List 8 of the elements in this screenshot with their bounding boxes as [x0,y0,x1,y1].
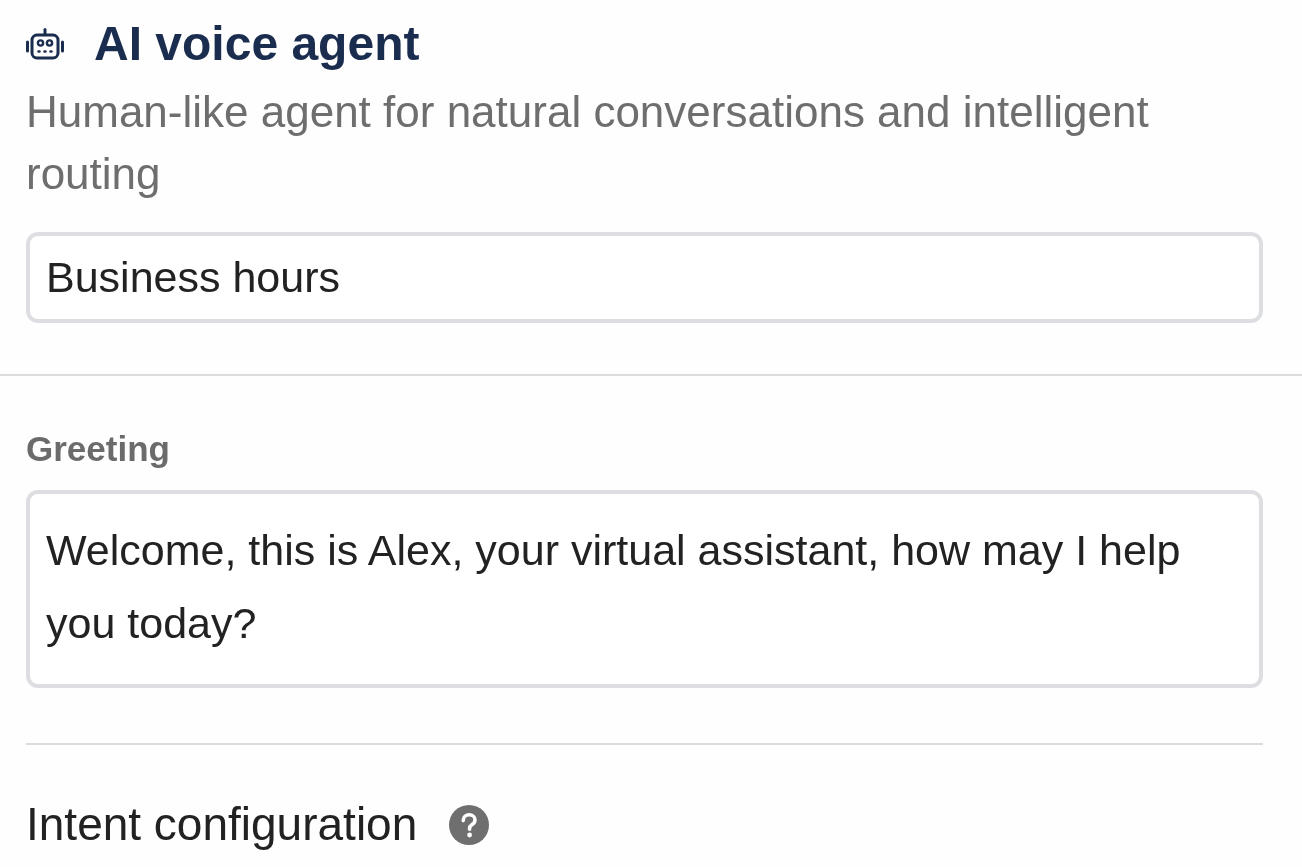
panel-description: Human-like agent for natural conversations and intelligent routing [26,86,1150,200]
panel-title: AI voice agent [94,16,420,72]
text-area[interactable]: Welcome, this is Alex, your virtual assistant, how may I help you today? [26,490,1263,688]
help-icon[interactable] [449,805,490,845]
section-heading: Intent configuration [26,797,418,852]
text-input[interactable]: Business hours [26,232,1263,323]
robot-icon [26,27,64,61]
field-label: Greeting [26,428,171,470]
